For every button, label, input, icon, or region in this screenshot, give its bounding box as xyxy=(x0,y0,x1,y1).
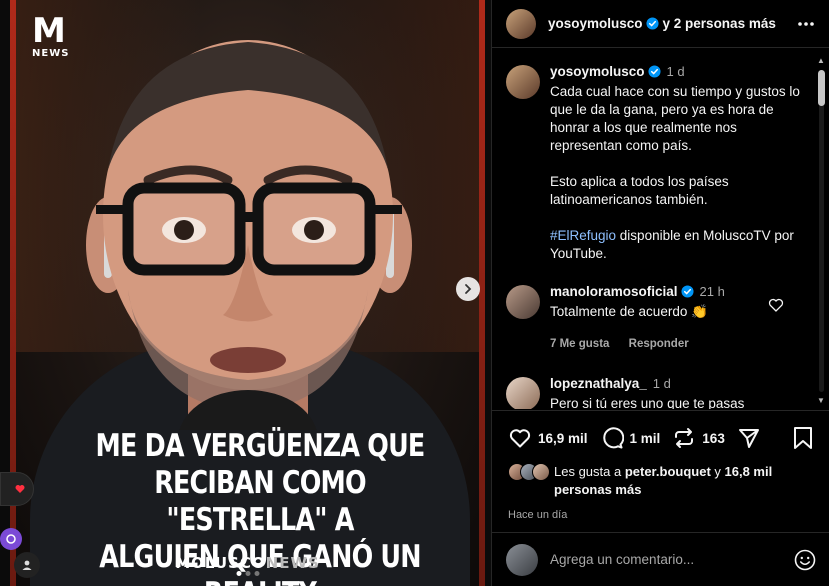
commenter-username[interactable]: lopeznathalya_ xyxy=(550,376,647,391)
author-username[interactable]: yosoymolusco xyxy=(548,16,643,31)
likes-summary: Les gusta a peter.bouquet y 16,8 mil per… xyxy=(508,463,814,499)
verified-badge-icon xyxy=(647,65,661,78)
comment-icon xyxy=(602,427,624,449)
emoji-icon[interactable] xyxy=(794,549,816,571)
caption-item: yosoymolusco 1 d Cada cual hace con su ti… xyxy=(492,63,818,281)
chevron-right-icon xyxy=(465,284,472,294)
comment-action[interactable]: 1 mil xyxy=(600,426,661,450)
comment-body: manoloramosoficial 21 h Totalmente de acu… xyxy=(550,283,804,353)
comment-text: Totalmente de acuerdo 👏 xyxy=(550,304,708,319)
hashtag-link[interactable]: #ElRefugio xyxy=(550,228,616,243)
comment-meta: 7 Me gusta Responder xyxy=(550,335,804,353)
scrollbar-thumb[interactable] xyxy=(818,70,825,106)
image-brand-watermark: MOLUSCONEWS xyxy=(175,554,320,572)
post-actions: 16,9 mil 1 mil 163 Les gusta a peter.bou… xyxy=(492,410,829,521)
side-profile-badge[interactable] xyxy=(14,552,40,578)
more-options-button[interactable] xyxy=(797,21,815,27)
user-icon xyxy=(22,560,32,570)
liker-avatar[interactable] xyxy=(532,463,550,481)
scrollbar-track xyxy=(819,70,824,392)
caption-paragraph: Cada cual hace con su tiempo y gustos lo… xyxy=(550,84,800,153)
comment-time: 21 h xyxy=(699,284,725,299)
comment-time: 1 d xyxy=(652,376,671,391)
post-timestamp[interactable]: Hace un día xyxy=(508,509,814,521)
caption-time: 1 d xyxy=(666,64,685,79)
caption-paragraph: #ElRefugio disponible en MoluscoTV por Y… xyxy=(550,228,794,261)
more-horizontal-icon xyxy=(798,21,814,26)
save-action[interactable] xyxy=(792,426,814,450)
comment-item: manoloramosoficial 21 h Totalmente de acu… xyxy=(492,283,818,353)
comment-likes[interactable]: 7 Me gusta xyxy=(550,338,609,350)
reposts-count: 163 xyxy=(702,430,725,446)
send-icon xyxy=(738,429,759,448)
molusco-news-logo: M NEWS xyxy=(32,11,70,59)
person-portrait xyxy=(85,40,412,430)
side-app-badge[interactable] xyxy=(0,528,22,550)
post-image[interactable]: M NEWS Me da vergüenza que reciban como … xyxy=(10,0,485,586)
scroll-down-icon[interactable]: ▼ xyxy=(817,396,825,405)
liker-username[interactable]: peter.bouquet xyxy=(625,464,711,479)
scroll-up-icon[interactable]: ▲ xyxy=(817,56,825,65)
comment-text: Pero si tú eres uno que te pasas xyxy=(550,396,745,409)
post-media-container: M NEWS Me da vergüenza que reciban como … xyxy=(0,0,491,586)
carousel-next-button[interactable] xyxy=(456,277,480,301)
headline-line: Me da vergüenza que xyxy=(95,428,426,464)
side-heart-badge[interactable] xyxy=(0,472,34,506)
author-avatar[interactable] xyxy=(506,8,536,39)
carousel-dots xyxy=(236,571,259,576)
image-edge-right xyxy=(479,0,485,586)
post-details-panel: yosoymolusco y 2 personas más yosoymolus… xyxy=(491,0,829,586)
comments-scrollbar[interactable]: ▲ ▼ xyxy=(816,56,826,406)
heart-icon xyxy=(15,485,25,493)
commenter-username[interactable]: manoloramosoficial xyxy=(550,284,678,299)
comment-input[interactable] xyxy=(550,552,794,567)
comment-item: lopeznathalya_ 1 d Pero si tú eres uno qu… xyxy=(492,375,818,409)
caption-username[interactable]: yosoymolusco xyxy=(550,64,645,79)
carousel-dot xyxy=(254,571,259,576)
bookmark-icon xyxy=(794,427,812,449)
likes-count: 16,9 mil xyxy=(538,430,588,446)
post-header: yosoymolusco y 2 personas más xyxy=(492,0,829,48)
action-row: 16,9 mil 1 mil 163 xyxy=(508,425,814,451)
reply-button[interactable]: Responder xyxy=(629,338,689,350)
verified-badge-icon xyxy=(645,17,659,30)
liker-avatars xyxy=(508,463,554,499)
current-user-avatar xyxy=(506,543,538,576)
collaborators-text[interactable]: y 2 personas más xyxy=(663,16,776,31)
commenter-avatar[interactable] xyxy=(506,377,540,409)
repost-icon xyxy=(675,428,694,448)
like-action[interactable]: 16,9 mil xyxy=(508,426,588,450)
commenter-avatar[interactable] xyxy=(506,285,540,319)
author-avatar[interactable] xyxy=(506,65,540,99)
share-action[interactable] xyxy=(737,426,761,450)
comment-body: lopeznathalya_ 1 d Pero si tú eres uno qu… xyxy=(550,375,804,409)
caption-body: yosoymolusco 1 d Cada cual hace con su ti… xyxy=(550,63,804,281)
comment-composer xyxy=(492,532,829,586)
caption-paragraph: Esto aplica a todos los países latinoame… xyxy=(550,174,729,207)
carousel-dot xyxy=(245,571,250,576)
comments-list[interactable]: yosoymolusco 1 d Cada cual hace con su ti… xyxy=(492,49,818,409)
heart-icon xyxy=(509,429,531,448)
headline-line: reciban como "estrella" a xyxy=(154,465,366,538)
comments-count: 1 mil xyxy=(629,430,661,446)
sparkle-icon xyxy=(6,534,16,544)
verified-badge-icon xyxy=(681,285,694,298)
carousel-dot-active xyxy=(236,571,241,576)
repost-action[interactable]: 163 xyxy=(672,426,725,450)
likes-summary-text[interactable]: Les gusta a peter.bouquet y 16,8 mil per… xyxy=(554,463,814,499)
comment-like-icon[interactable] xyxy=(768,297,784,313)
